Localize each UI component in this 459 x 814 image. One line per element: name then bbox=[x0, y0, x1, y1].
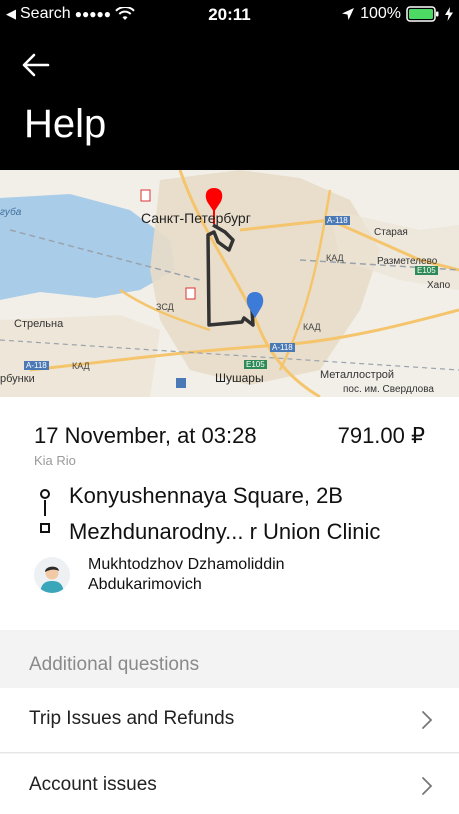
status-bar: ◀ Search ●●●●● 20:11 100% bbox=[0, 0, 459, 30]
parking-icon-1 bbox=[140, 189, 151, 202]
trip-price: 791.00 ₽ bbox=[337, 423, 425, 448]
map-canvas bbox=[0, 170, 459, 397]
map-label-starya: Старая bbox=[374, 227, 408, 238]
driver-name-line-2: Abdukarimovich bbox=[88, 576, 202, 593]
map-label-kad-1: КАД bbox=[72, 361, 90, 371]
map-label-e105-2: E105 bbox=[244, 360, 267, 369]
list-item-label: Account issues bbox=[29, 774, 157, 795]
driver-name-line-1: Mukhtodzhov Dzhamoliddin bbox=[88, 556, 285, 573]
map-label-guba: губа bbox=[0, 207, 22, 218]
chevron-right-icon bbox=[422, 711, 433, 729]
map-label-a118-3: A-118 bbox=[270, 343, 295, 352]
list-item-label: Trip Issues and Refunds bbox=[29, 708, 235, 729]
airport-icon bbox=[176, 378, 186, 388]
additional-questions-section: Additional questions Trip Issues and Ref… bbox=[0, 630, 459, 814]
battery-percent: 100% bbox=[360, 5, 401, 22]
page-title: Help bbox=[24, 102, 107, 146]
map-label-city: Санкт-Петербург bbox=[141, 210, 251, 226]
header: Help bbox=[0, 30, 459, 170]
back-arrow-icon[interactable] bbox=[20, 50, 52, 80]
map-label-a118-1: A-118 bbox=[325, 216, 350, 225]
driver-avatar bbox=[34, 557, 70, 593]
driver-avatar-icon bbox=[34, 557, 70, 593]
map-label-sverdlova: пос. им. Свердлова bbox=[343, 384, 434, 395]
section-title: Additional questions bbox=[29, 654, 200, 675]
chevron-right-icon bbox=[422, 777, 433, 795]
route-markers-icon bbox=[40, 489, 50, 533]
trip-details[interactable]: 17 November, at 03:28 791.00 ₽ Kia Rio K… bbox=[0, 397, 459, 630]
trip-destination-address: Mezhdunarodny... r Union Clinic bbox=[69, 519, 381, 544]
trip-origin-address: Konyushennaya Square, 2B bbox=[69, 483, 343, 508]
status-right: 100% bbox=[341, 5, 453, 23]
map-label-strelna: Стрельна bbox=[14, 318, 64, 330]
parking-icon-2 bbox=[185, 287, 196, 300]
battery-icon bbox=[406, 6, 439, 22]
map-label-kad-2: КАД bbox=[326, 253, 344, 263]
trip-date: 17 November, at 03:28 bbox=[34, 423, 257, 448]
map-label-khapo: Хапо bbox=[427, 280, 451, 291]
map-label-zsd: ЗСД bbox=[156, 302, 174, 312]
driver-name: Mukhtodzhov Dzhamoliddin Abdukarimovich bbox=[88, 555, 348, 595]
trip-car-model: Kia Rio bbox=[34, 453, 76, 468]
list-item-account-issues[interactable]: Account issues bbox=[0, 754, 459, 814]
map-label-a118-2: A-118 bbox=[24, 361, 49, 370]
list-item-trip-issues[interactable]: Trip Issues and Refunds bbox=[0, 688, 459, 753]
map-label-metallostroy: Металлострой bbox=[320, 369, 395, 381]
map-label-rbunki: рбунки bbox=[0, 373, 35, 385]
map-label-kad-3: КАД bbox=[303, 322, 321, 332]
map-label-e105-1: E105 bbox=[415, 266, 438, 275]
location-arrow-icon bbox=[342, 8, 355, 20]
map-label-shushary: Шушары bbox=[215, 371, 264, 385]
charging-bolt-icon bbox=[445, 7, 453, 21]
route-map[interactable]: Санкт-Петербург губа Стрельна рбунки Ста… bbox=[0, 170, 459, 397]
